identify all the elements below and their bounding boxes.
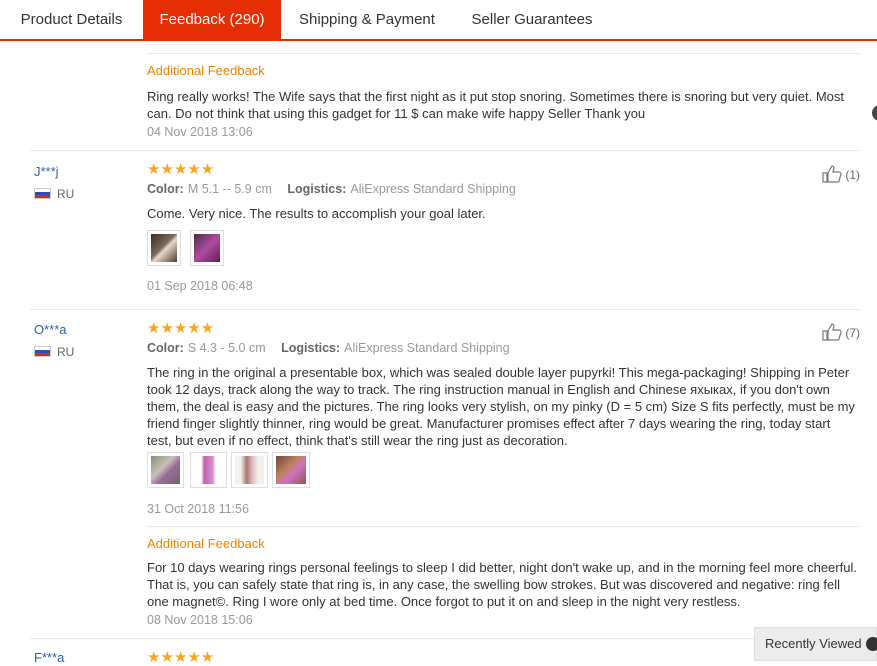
flag-icon [34, 346, 51, 357]
review-date: 31 Oct 2018 11:56 [147, 502, 249, 516]
reviewer-country: RU [34, 187, 74, 201]
logistics-label: Logistics: [287, 182, 347, 196]
review-photo[interactable] [147, 452, 184, 488]
review-text: Come. Very nice. The results to accompli… [147, 206, 486, 221]
logistics-value: AliExpress Standard Shipping [350, 182, 516, 196]
color-label: Color: [147, 182, 184, 196]
divider [147, 53, 860, 54]
helpful-count: (1) [845, 168, 860, 182]
review-meta: Color: M 5.1 -- 5.9 cm Logistics: AliExpre… [147, 182, 516, 196]
additional-feedback-label: Additional Feedback [147, 536, 265, 551]
review-meta: Color: S 4.3 - 5.0 cm Logistics: AliExpres… [147, 341, 510, 355]
tab-shipping-payment[interactable]: Shipping & Payment [281, 0, 453, 40]
helpful-button[interactable]: (7) [822, 323, 860, 341]
tab-feedback[interactable]: Feedback (290) [143, 0, 281, 40]
reviewer-name[interactable]: F***a [34, 650, 64, 665]
review-photo[interactable] [190, 230, 224, 266]
review-photo[interactable] [190, 452, 227, 488]
review-divider [30, 150, 860, 151]
helpful-count: (7) [845, 326, 860, 340]
additional-feedback-text: Ring really works! The Wife says that th… [147, 89, 845, 121]
logistics-value: AliExpress Standard Shipping [344, 341, 510, 355]
additional-feedback-text: For 10 days wearing rings personal feeli… [147, 560, 857, 609]
star-rating: ★★★★★ [147, 649, 215, 666]
reviewer-country: RU [34, 345, 74, 359]
recently-viewed-button[interactable]: Recently Viewed [754, 627, 877, 661]
feedback-tabs: Product Details Feedback (290) Shipping … [0, 0, 877, 41]
review-photo[interactable] [231, 452, 268, 488]
thumbs-up-icon [822, 165, 842, 183]
reviewer-name[interactable]: J***j [34, 164, 59, 179]
color-value: M 5.1 -- 5.9 cm [187, 182, 272, 196]
thumbs-up-icon [822, 323, 842, 341]
divider [147, 526, 860, 527]
review-divider [30, 309, 860, 310]
review-photo[interactable] [147, 230, 181, 266]
logistics-label: Logistics: [281, 341, 341, 355]
helpful-button[interactable]: (1) [822, 165, 860, 183]
review-text: The ring in the original a presentable b… [147, 365, 855, 448]
color-value: S 4.3 - 5.0 cm [187, 341, 266, 355]
additional-feedback-date: 08 Nov 2018 15:06 [147, 613, 253, 627]
recently-viewed-label: Recently Viewed [765, 636, 862, 651]
star-rating: ★★★★★ [147, 161, 215, 178]
scroll-handle[interactable] [872, 105, 877, 121]
country-code: RU [57, 345, 75, 359]
chevron-up-icon [866, 637, 877, 651]
tab-seller-guarantees[interactable]: Seller Guarantees [453, 0, 611, 40]
color-label: Color: [147, 341, 184, 355]
country-code: RU [57, 187, 75, 201]
tab-product-details[interactable]: Product Details [0, 0, 143, 40]
review-divider [30, 638, 754, 639]
additional-feedback-label: Additional Feedback [147, 63, 265, 78]
reviewer-name[interactable]: O***a [34, 322, 67, 337]
flag-icon [34, 188, 51, 199]
star-rating: ★★★★★ [147, 320, 215, 337]
review-date: 01 Sep 2018 06:48 [147, 279, 253, 293]
review-photo[interactable] [272, 452, 310, 488]
additional-feedback-date: 04 Nov 2018 13:06 [147, 125, 253, 139]
